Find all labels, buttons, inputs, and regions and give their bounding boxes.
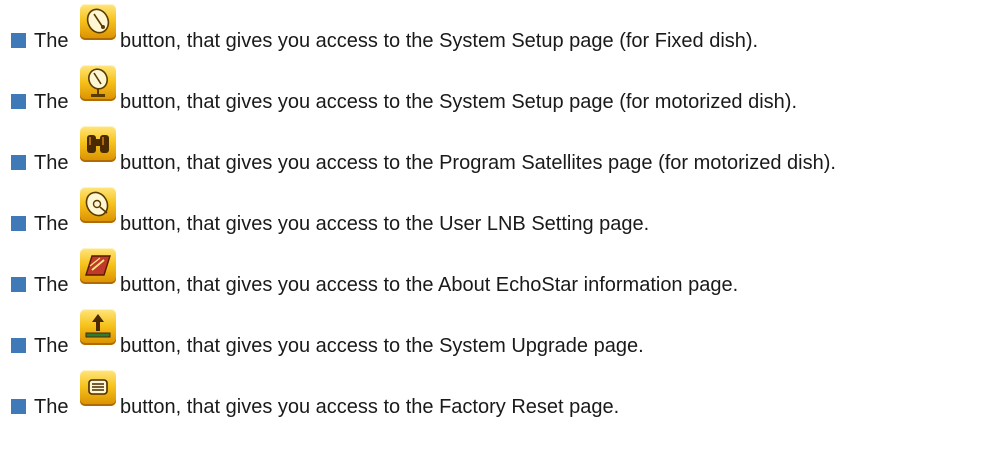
item-description: button, that gives you access to the Sys… — [120, 335, 644, 357]
list-item: The button, that gives you access to the… — [0, 244, 990, 295]
bullet-marker — [11, 216, 26, 231]
list-item: The button, that gives you access to the… — [0, 122, 990, 173]
list-item: The button, that gives you access to the… — [0, 366, 990, 417]
fixed-dish-icon[interactable] — [80, 4, 116, 40]
upgrade-arrow-icon[interactable] — [80, 309, 116, 345]
item-description: button, that gives you access to the Sys… — [120, 91, 798, 113]
motorized-dish-icon[interactable] — [80, 65, 116, 101]
bullet-marker — [11, 155, 26, 170]
item-lead-text: The — [34, 335, 69, 357]
bullet-marker — [11, 399, 26, 414]
bullet-marker — [11, 94, 26, 109]
item-lead-text: The — [34, 152, 69, 174]
binoculars-icon[interactable] — [80, 126, 116, 162]
item-description: button, that gives you access to the Use… — [120, 213, 650, 235]
factory-reset-icon[interactable] — [80, 370, 116, 406]
item-description: button, that gives you access to the Abo… — [120, 274, 739, 296]
list-item: The button, that gives you access to the… — [0, 183, 990, 234]
item-description: button, that gives you access to the Pro… — [120, 152, 836, 174]
item-lead-text: The — [34, 30, 69, 52]
item-lead-text: The — [34, 91, 69, 113]
bullet-marker — [11, 338, 26, 353]
item-lead-text: The — [34, 396, 69, 418]
list-item: The button, that gives you access to the… — [0, 0, 990, 51]
item-description: button, that gives you access to the Fac… — [120, 396, 620, 418]
list-item: The button, that gives you access to the… — [0, 305, 990, 356]
bullet-marker — [11, 33, 26, 48]
item-description: button, that gives you access to the Sys… — [120, 30, 759, 52]
list-item: The button, that gives you access to the… — [0, 61, 990, 112]
item-lead-text: The — [34, 274, 69, 296]
bullet-marker — [11, 277, 26, 292]
lnb-dish-icon[interactable] — [80, 187, 116, 223]
item-lead-text: The — [34, 213, 69, 235]
about-echostar-icon[interactable] — [80, 248, 116, 284]
